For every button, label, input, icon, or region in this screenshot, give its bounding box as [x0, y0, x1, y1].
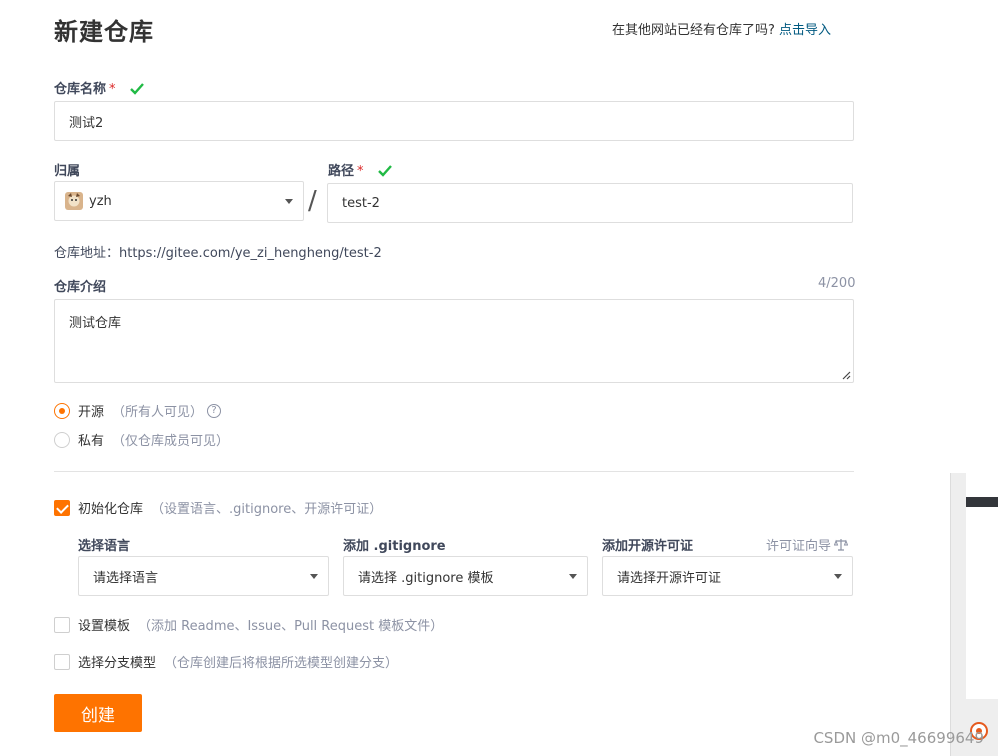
repo-name-value: 测试2 — [69, 115, 104, 131]
path-label-text: 路径 — [328, 164, 355, 179]
repo-name-label-text: 仓库名称 — [54, 82, 107, 97]
template-option[interactable]: 设置模板 （添加 Readme、Issue、Pull Request 模板文件） — [54, 615, 443, 634]
page-title: 新建仓库 — [54, 18, 154, 46]
init-repo-label: 初始化仓库 — [78, 502, 144, 517]
branch-model-option[interactable]: 选择分支模型 （仓库创建后将根据所选模型创建分支） — [54, 652, 398, 671]
gitignore-select[interactable]: 请选择 .gitignore 模板 — [343, 556, 588, 596]
repo-address: 仓库地址：https://gitee.com/ye_zi_hengheng/te… — [54, 246, 382, 261]
owner-value: yzh — [89, 193, 112, 209]
visibility-private-label: 私有 — [78, 434, 105, 449]
path-input[interactable]: test-2 — [327, 183, 853, 223]
init-repo-hint: （设置语言、.gitignore、开源许可证） — [151, 502, 383, 517]
branch-model-checkbox[interactable] — [54, 653, 70, 670]
license-label: 添加开源许可证 — [602, 539, 694, 554]
visibility-private[interactable]: 私有 （仅仓库成员可见） — [54, 430, 229, 449]
license-placeholder: 请选择开源许可证 — [617, 570, 722, 586]
description-counter: 4/200 — [818, 276, 856, 291]
owner-select[interactable]: yzh — [54, 181, 304, 221]
visibility-private-hint: （仅仓库成员可见） — [112, 434, 230, 449]
description-value: 测试仓库 — [69, 316, 122, 331]
repo-name-input[interactable]: 测试2 — [54, 101, 854, 141]
watermark: CSDN @m0_46699649 — [813, 729, 984, 747]
path-separator: / — [308, 186, 317, 216]
gitignore-placeholder: 请选择 .gitignore 模板 — [358, 570, 494, 586]
radio-public[interactable] — [54, 402, 70, 419]
radio-private[interactable] — [54, 431, 70, 448]
description-textarea[interactable]: 测试仓库 — [54, 299, 854, 383]
thumbnail-bar — [966, 497, 998, 507]
init-repo-checkbox[interactable] — [54, 499, 70, 516]
template-checkbox[interactable] — [54, 616, 70, 633]
required-mark: * — [109, 82, 116, 97]
create-button[interactable]: 创建 — [54, 694, 142, 732]
path-value: test-2 — [342, 195, 380, 211]
template-label: 设置模板 — [78, 619, 131, 634]
repo-name-label: 仓库名称 * — [54, 78, 144, 97]
license-guide-link[interactable]: 许可证向导 — [766, 535, 849, 554]
visibility-public-hint: （所有人可见） — [112, 405, 204, 420]
user-avatar-icon — [65, 192, 83, 210]
divider — [54, 471, 854, 472]
import-link[interactable]: 点击导入 — [779, 23, 831, 38]
branch-model-hint: （仓库创建后将根据所选模型创建分支） — [164, 656, 399, 671]
template-hint: （添加 Readme、Issue、Pull Request 模板文件） — [138, 619, 444, 634]
import-hint: 在其他网站已经有仓库了吗? 点击导入 — [612, 19, 831, 38]
required-mark: * — [357, 164, 364, 179]
visibility-public-label: 开源 — [78, 405, 105, 420]
path-label: 路径 * — [328, 160, 392, 179]
help-icon[interactable]: ? — [207, 403, 222, 418]
chevron-down-icon — [310, 574, 318, 579]
chevron-down-icon — [569, 574, 577, 579]
license-select[interactable]: 请选择开源许可证 — [602, 556, 853, 596]
check-icon — [130, 83, 144, 95]
language-label: 选择语言 — [78, 539, 131, 554]
description-label: 仓库介绍 — [54, 280, 107, 295]
chevron-down-icon — [285, 199, 293, 204]
thumbnail-panel — [950, 473, 998, 756]
resize-grip-icon[interactable] — [841, 370, 851, 380]
owner-label: 归属 — [54, 164, 81, 179]
import-hint-text: 在其他网站已经有仓库了吗? — [612, 23, 775, 38]
license-guide-text: 许可证向导 — [766, 539, 832, 554]
check-icon — [378, 165, 392, 177]
init-repo-option[interactable]: 初始化仓库 （设置语言、.gitignore、开源许可证） — [54, 498, 382, 517]
visibility-public[interactable]: 开源 （所有人可见） ? — [54, 401, 222, 420]
chevron-down-icon — [834, 574, 842, 579]
gitignore-label: 添加 .gitignore — [343, 539, 446, 554]
language-select[interactable]: 请选择语言 — [78, 556, 329, 596]
branch-model-label: 选择分支模型 — [78, 656, 157, 671]
language-placeholder: 请选择语言 — [93, 570, 159, 586]
scale-icon — [834, 539, 849, 551]
